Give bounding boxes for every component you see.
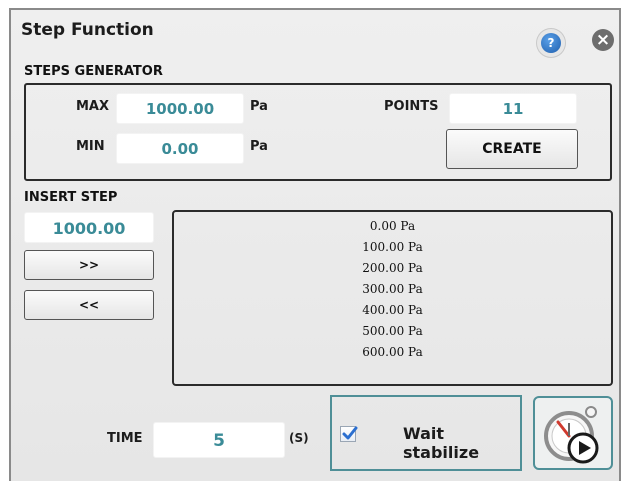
checkmark-icon <box>342 426 358 440</box>
time-input[interactable]: 5 <box>153 422 285 458</box>
min-unit: Pa <box>250 139 268 154</box>
list-item[interactable]: 400.00 Pa <box>174 300 611 321</box>
min-input[interactable]: 0.00 <box>116 133 244 164</box>
min-label: MIN <box>76 139 105 154</box>
max-input[interactable]: 1000.00 <box>116 93 244 124</box>
remove-step-button[interactable]: << <box>24 290 154 320</box>
steps-list[interactable]: 0.00 Pa 100.00 Pa 200.00 Pa 300.00 Pa 40… <box>172 210 613 386</box>
steps-generator-label: STEPS GENERATOR <box>24 64 163 79</box>
start-button[interactable] <box>533 396 613 470</box>
points-label: POINTS <box>384 99 439 114</box>
list-item[interactable]: 600.00 Pa <box>174 342 611 363</box>
wait-stabilize-label: Wait stabilize <box>403 424 480 462</box>
create-button[interactable]: CREATE <box>446 129 578 169</box>
max-label: MAX <box>76 99 110 114</box>
stopwatch-play-icon <box>544 406 599 464</box>
insert-step-label: INSERT STEP <box>24 190 118 205</box>
insert-step-input[interactable]: 1000.00 <box>24 212 154 243</box>
wait-stabilize-checkbox[interactable] <box>340 426 358 442</box>
list-item[interactable]: 0.00 Pa <box>174 216 611 237</box>
list-item[interactable]: 500.00 Pa <box>174 321 611 342</box>
time-label: TIME <box>107 431 143 446</box>
time-unit: (S) <box>289 431 309 445</box>
max-unit: Pa <box>250 99 268 114</box>
dialog-title: Step Function <box>21 20 154 40</box>
help-icon[interactable]: ? <box>541 33 561 53</box>
points-input[interactable]: 11 <box>449 93 577 124</box>
list-item[interactable]: 300.00 Pa <box>174 279 611 300</box>
add-step-button[interactable]: >> <box>24 250 154 280</box>
list-item[interactable]: 200.00 Pa <box>174 258 611 279</box>
wait-stabilize-toggle[interactable]: Wait stabilize <box>330 395 522 471</box>
list-item[interactable]: 100.00 Pa <box>174 237 611 258</box>
close-icon[interactable]: × <box>592 29 614 51</box>
